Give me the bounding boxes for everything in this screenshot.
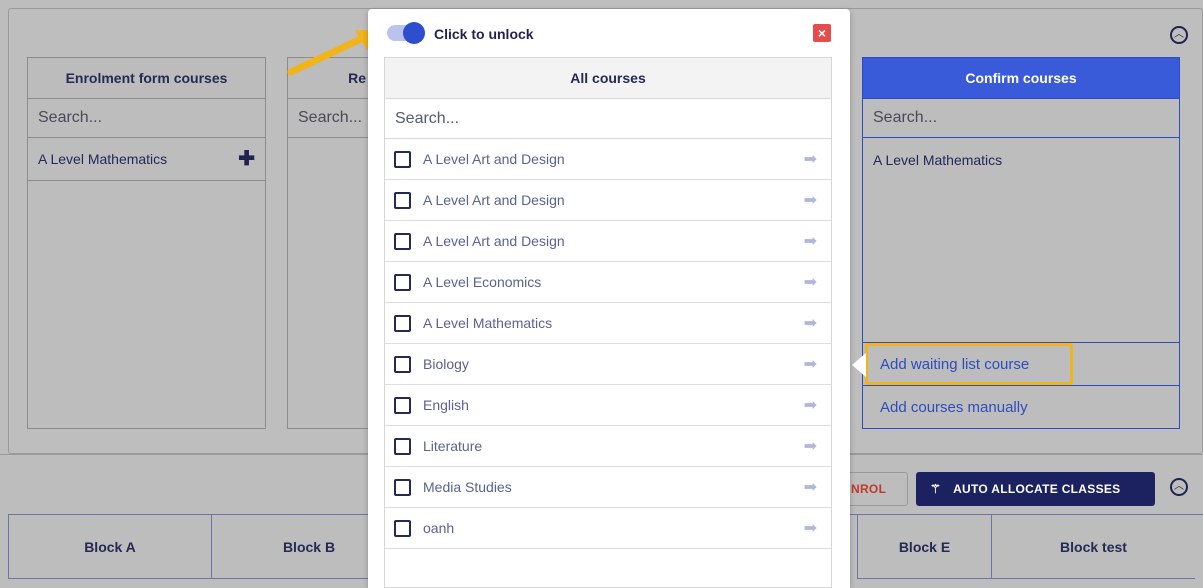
arrow-right-icon[interactable]: ➡ — [804, 477, 817, 497]
arrow-right-icon[interactable]: ➡ — [804, 354, 817, 374]
toggle-icon — [403, 22, 425, 44]
list-item[interactable]: A Level Economics ➡ — [385, 262, 831, 303]
arrow-right-icon[interactable]: ➡ — [804, 272, 817, 292]
course-label: oanh — [423, 520, 455, 536]
callout-pointer — [852, 353, 866, 377]
list-item[interactable]: A Level Mathematics ➡ — [385, 303, 831, 344]
auto-allocate-classes-button[interactable]: ⚚ AUTO ALLOCATE CLASSES — [916, 472, 1155, 506]
checkbox[interactable] — [394, 314, 411, 332]
enrolment-search-input[interactable]: Search... — [28, 99, 265, 138]
arrow-right-icon[interactable]: ➡ — [804, 313, 817, 333]
list-item[interactable]: Biology ➡ — [385, 344, 831, 385]
unlock-toggle[interactable] — [387, 22, 425, 44]
all-courses-search-input[interactable]: Search... — [385, 99, 831, 139]
checkbox[interactable] — [394, 396, 411, 414]
enrol-button[interactable]: NROL — [846, 472, 908, 506]
course-label: A Level Economics — [423, 274, 542, 290]
list-item[interactable]: A Level Mathematics — [863, 138, 1179, 181]
block-header: Block A — [8, 515, 212, 579]
list-item[interactable]: A Level Art and Design ➡ — [385, 139, 831, 180]
checkbox[interactable] — [394, 519, 411, 537]
highlight-box — [865, 343, 1073, 385]
course-label: Media Studies — [423, 479, 512, 495]
arrow-right-icon[interactable]: ➡ — [804, 395, 817, 415]
arrow-right-icon[interactable]: ➡ — [804, 231, 817, 251]
column-title: Enrolment form courses — [28, 58, 265, 99]
checkbox[interactable] — [394, 437, 411, 455]
unlock-label: Click to unlock — [434, 26, 534, 42]
add-courses-manually-link[interactable]: Add courses manually — [863, 386, 1179, 429]
block-header: Block E — [857, 515, 992, 579]
course-label: Literature — [423, 438, 483, 454]
list-item[interactable]: oanh ➡ — [385, 508, 831, 549]
course-label: A Level Art and Design — [423, 151, 565, 167]
collapse-panel-icon[interactable]: ︿ — [1170, 26, 1188, 44]
course-label: A Level Mathematics — [423, 315, 553, 331]
course-label: A Level Art and Design — [423, 233, 565, 249]
requested-courses-column: Re Search... — [287, 57, 377, 429]
checkbox[interactable] — [394, 355, 411, 373]
list-item[interactable]: Media Studies ➡ — [385, 467, 831, 508]
list-title: All courses — [385, 58, 831, 99]
magic-wand-icon: ⚚ — [930, 482, 942, 496]
checkbox[interactable] — [394, 232, 411, 250]
block-header: Block test — [992, 515, 1195, 579]
enrolment-form-courses-column: Enrolment form courses Search... A Level… — [27, 57, 266, 429]
list-item[interactable]: A Level Mathematics ✚ — [28, 138, 265, 181]
course-label: A Level Mathematics — [38, 151, 168, 167]
checkbox[interactable] — [394, 150, 411, 168]
confirm-search-input[interactable]: Search... — [863, 99, 1179, 138]
list-item[interactable]: English ➡ — [385, 385, 831, 426]
arrow-right-icon[interactable]: ➡ — [804, 436, 817, 456]
list-item[interactable]: A Level Art and Design ➡ — [385, 221, 831, 262]
checkbox[interactable] — [394, 191, 411, 209]
checkbox[interactable] — [394, 478, 411, 496]
requested-search-input[interactable]: Search... — [288, 99, 376, 138]
course-label: A Level Art and Design — [423, 192, 565, 208]
course-label: A Level Mathematics — [873, 151, 1003, 168]
course-label: English — [423, 397, 469, 413]
list-item[interactable]: A Level Art and Design ➡ — [385, 180, 831, 221]
plus-icon[interactable]: ✚ — [238, 149, 255, 169]
all-courses-list: All courses Search... A Level Art and De… — [384, 57, 832, 588]
checkbox[interactable] — [394, 273, 411, 291]
arrow-right-icon[interactable]: ➡ — [804, 518, 817, 538]
collapse-blocks-icon[interactable]: ︿ — [1170, 478, 1188, 496]
column-title: Confirm courses — [863, 58, 1179, 99]
close-icon[interactable]: × — [813, 24, 831, 42]
course-label: Biology — [423, 356, 469, 372]
arrow-right-icon[interactable]: ➡ — [804, 149, 817, 169]
list-item[interactable]: Literature ➡ — [385, 426, 831, 467]
arrow-right-icon[interactable]: ➡ — [804, 190, 817, 210]
all-courses-modal: Click to unlock × All courses Search... … — [368, 9, 850, 588]
